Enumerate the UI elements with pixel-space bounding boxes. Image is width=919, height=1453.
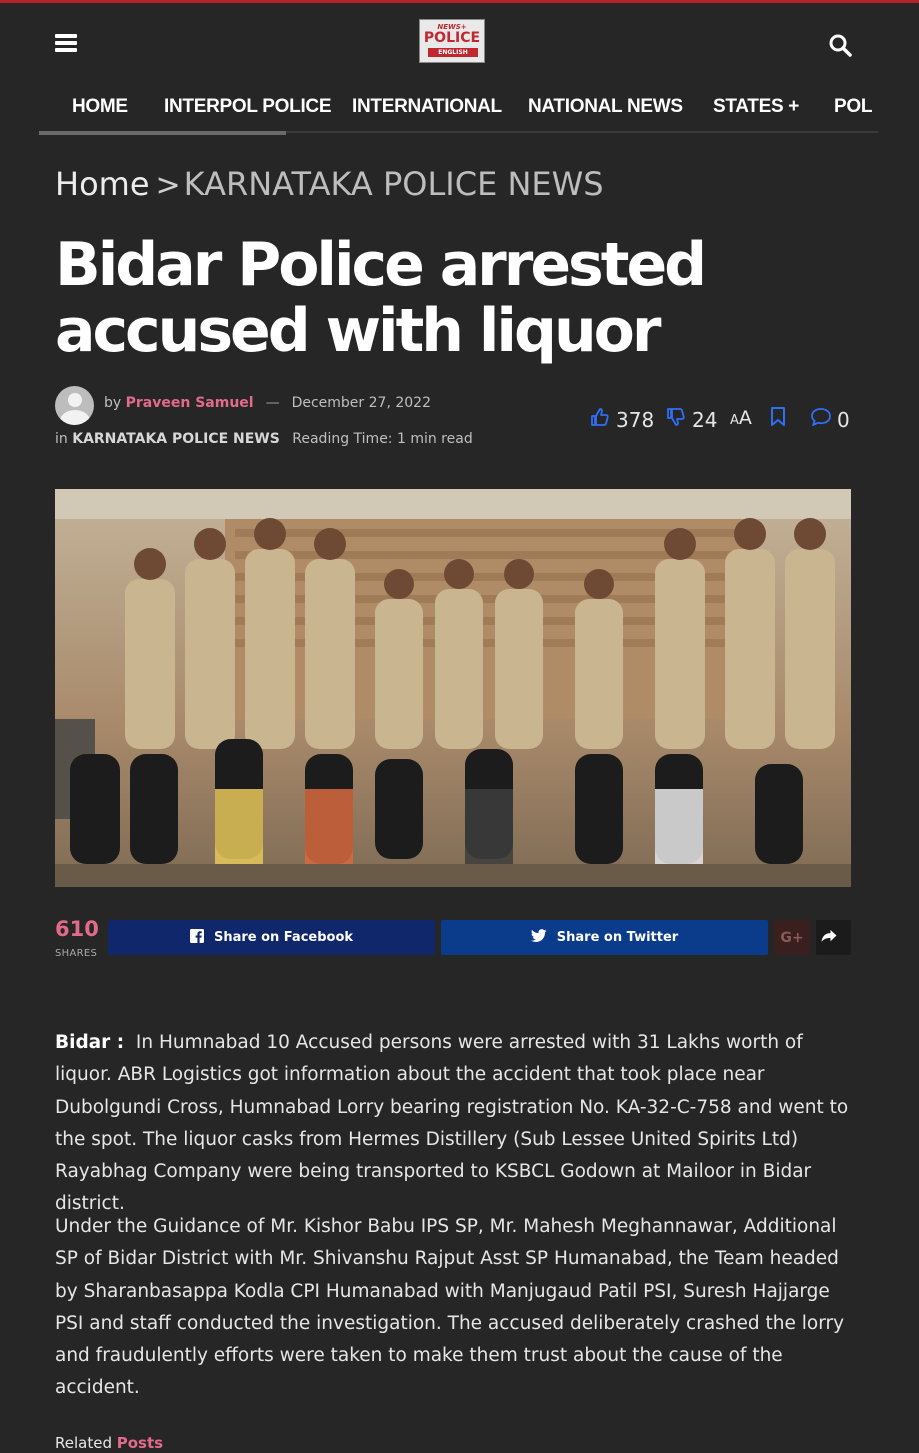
- breadcrumb-home-link[interactable]: Home: [55, 165, 150, 203]
- article-category-link[interactable]: KARNATAKA POLICE NEWS: [72, 431, 280, 447]
- comment-button[interactable]: 0: [810, 407, 850, 432]
- font-size-small-label: A: [730, 413, 739, 428]
- thumbs-down-icon: [666, 407, 686, 432]
- article-paragraph-1-text: In Humnabad 10 Accused persons were arre…: [55, 1032, 849, 1215]
- related-suffix: Posts: [116, 1434, 164, 1452]
- share-arrow-icon: [821, 929, 847, 947]
- byline-dash: —: [265, 395, 280, 411]
- dislike-button[interactable]: 24: [666, 407, 717, 432]
- twitter-icon: [530, 928, 557, 947]
- dislike-count: 24: [692, 407, 718, 432]
- related-prefix: Related: [55, 1434, 112, 1452]
- article-title: Bidar Police arrested accused with liquo…: [55, 232, 855, 364]
- nav-item-international[interactable]: INTERNATIONAL: [352, 96, 502, 118]
- bookmark-icon[interactable]: [770, 407, 786, 427]
- thumbs-up-icon: [590, 407, 610, 432]
- comment-count: 0: [837, 407, 850, 432]
- author-avatar[interactable]: [55, 386, 94, 425]
- top-bar: NEWS+ POLICE ENGLISH: [0, 3, 919, 83]
- article-paragraph-1: Bidar : In Humnabad 10 Accused persons w…: [55, 1027, 855, 1221]
- article-featured-image: [55, 489, 851, 887]
- article-paragraph-2: Under the Guidance of Mr. Kishor Babu IP…: [55, 1216, 845, 1399]
- breadcrumb-category-link[interactable]: KARNATAKA POLICE NEWS: [184, 165, 604, 203]
- main-navigation: HOME INTERPOL POLICE INTERNATIONAL NATIO…: [0, 86, 919, 134]
- hamburger-icon[interactable]: [55, 34, 77, 52]
- article-byline: by Praveen Samuel — December 27, 2022: [104, 395, 431, 411]
- facebook-icon: [189, 928, 214, 947]
- share-count-label: SHARES: [55, 948, 98, 959]
- nav-item-pol[interactable]: POL: [834, 96, 872, 118]
- share-twitter-button[interactable]: Share on Twitter: [441, 920, 768, 955]
- byline-by: by: [104, 395, 122, 411]
- logo-text-main: POLICE: [423, 30, 481, 46]
- logo-text-bottom: ENGLISH: [428, 48, 478, 57]
- share-facebook-button[interactable]: Share on Facebook: [108, 920, 435, 955]
- font-size-large-label: A: [738, 407, 752, 429]
- article-title-line-1: Bidar Police arrested: [55, 230, 707, 300]
- like-count: 378: [616, 407, 655, 432]
- article-date: December 27, 2022: [291, 395, 431, 411]
- share-facebook-label: Share on Facebook: [213, 930, 354, 945]
- article-category-line: in KARNATAKA POLICE NEWS Reading Time: 1…: [55, 431, 473, 447]
- share-twitter-label: Share on Twitter: [556, 930, 679, 945]
- font-size-toggle[interactable]: AA: [730, 407, 752, 429]
- nav-item-home[interactable]: HOME: [72, 96, 128, 118]
- breadcrumb-separator: >: [155, 168, 181, 203]
- nav-scroll-indicator[interactable]: [39, 131, 286, 135]
- share-count: 610: [55, 917, 99, 941]
- share-more-button[interactable]: [816, 920, 851, 955]
- share-googleplus-button[interactable]: G+: [774, 920, 810, 955]
- reading-time: Reading Time: 1 min read: [292, 431, 473, 447]
- breadcrumb: Home >KARNATAKA POLICE NEWS: [55, 165, 604, 203]
- author-link[interactable]: Praveen Samuel: [126, 395, 254, 411]
- nav-item-states[interactable]: STATES +: [713, 96, 799, 118]
- nav-item-interpol-police[interactable]: INTERPOL POLICE: [164, 96, 332, 118]
- article-title-line-2: accused with liquor: [55, 296, 661, 366]
- site-logo[interactable]: NEWS+ POLICE ENGLISH: [419, 19, 485, 63]
- article-dateline: Bidar :: [55, 1032, 125, 1053]
- category-in: in: [55, 431, 68, 447]
- search-icon[interactable]: [828, 33, 852, 57]
- like-button[interactable]: 378: [590, 407, 654, 432]
- related-posts-heading: Related Posts: [55, 1434, 163, 1452]
- comment-icon: [810, 407, 832, 432]
- nav-item-national-news[interactable]: NATIONAL NEWS: [528, 96, 683, 118]
